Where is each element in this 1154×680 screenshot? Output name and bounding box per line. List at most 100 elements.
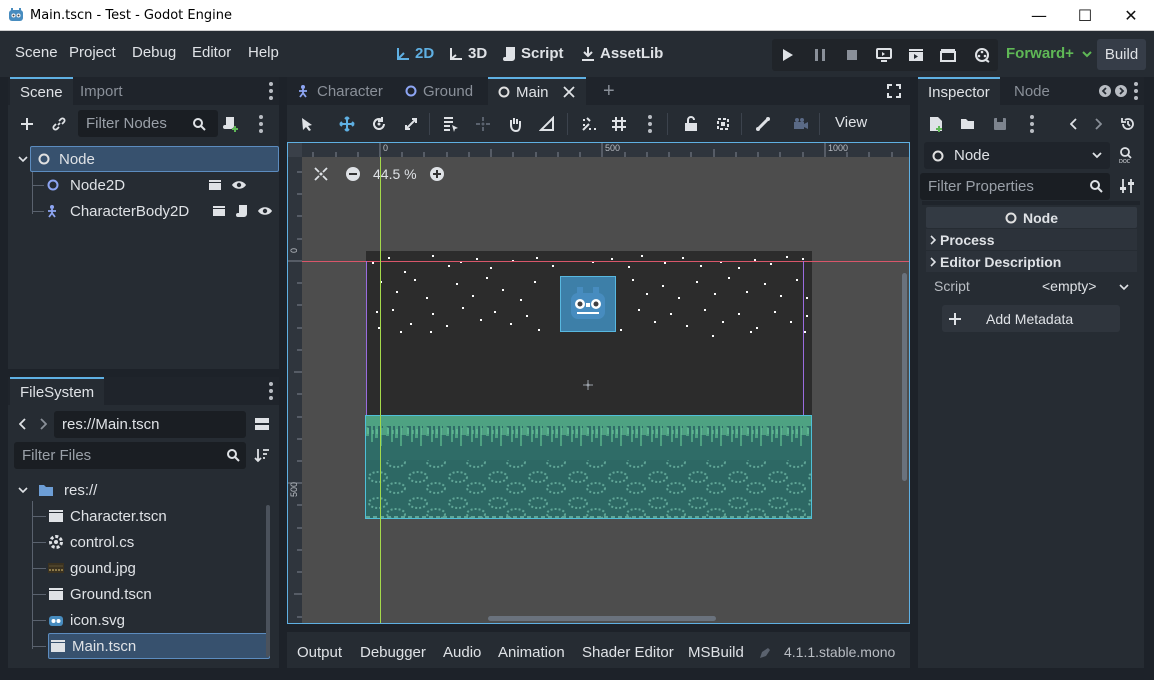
group-icon[interactable] (713, 114, 733, 134)
snap-options-icon[interactable] (647, 115, 653, 133)
add-scene-tab-button[interactable]: + (593, 77, 625, 105)
file-item[interactable]: control.cs (48, 529, 268, 555)
file-item[interactable]: gound.jpg (48, 555, 268, 581)
menu-help[interactable]: Help (248, 44, 279, 61)
scene-tab-main[interactable]: Main (488, 77, 586, 105)
bottom-tab-debugger[interactable]: Debugger (360, 644, 426, 661)
section-process[interactable]: Process (926, 229, 1137, 250)
toggle-split-mode-icon[interactable] (252, 413, 272, 435)
menu-project[interactable]: Project (69, 44, 116, 61)
view-menu-button[interactable]: View (835, 114, 867, 131)
menu-debug[interactable]: Debug (132, 44, 176, 61)
back-arrow-icon[interactable] (16, 415, 30, 433)
script-property-value[interactable]: <empty> (1042, 278, 1096, 294)
grid-snap-icon[interactable] (609, 114, 629, 134)
instance-scene-icon[interactable] (206, 176, 224, 194)
player-sprite[interactable] (560, 276, 616, 332)
chevron-down-icon[interactable] (1118, 281, 1130, 293)
scene-dock-menu-icon[interactable] (268, 82, 274, 100)
inspector-menu-icon[interactable] (1133, 82, 1139, 100)
filter-files-input[interactable]: Filter Files (14, 442, 246, 469)
file-item[interactable]: Character.tscn (48, 503, 268, 529)
scene-tab-character[interactable]: Character (287, 77, 393, 105)
renderer-selector[interactable]: Forward+ (1006, 45, 1092, 62)
section-editor-description[interactable]: Editor Description (926, 251, 1137, 272)
filter-properties-input[interactable]: Filter Properties (920, 173, 1110, 200)
new-resource-icon[interactable] (926, 113, 946, 135)
camera-override-icon[interactable] (791, 114, 811, 134)
script-icon[interactable] (234, 202, 250, 220)
select-mode-icon[interactable] (297, 114, 317, 134)
build-button[interactable]: Build (1097, 39, 1146, 70)
close-window-button[interactable]: ✕ (1108, 0, 1154, 31)
lock-icon[interactable] (681, 114, 701, 134)
tab-inspector[interactable]: Inspector (918, 77, 1000, 105)
ruler-icon[interactable] (537, 114, 557, 134)
play-custom-scene-button[interactable] (932, 39, 964, 71)
bottom-tab-audio[interactable]: Audio (443, 644, 481, 661)
smart-snap-icon[interactable] (579, 114, 599, 134)
play-scene-button[interactable] (900, 39, 932, 71)
scale-mode-icon[interactable] (401, 114, 421, 134)
visibility-eye-icon[interactable] (256, 202, 274, 220)
tab-node[interactable]: Node (1004, 77, 1060, 105)
filesystem-menu-icon[interactable] (268, 382, 274, 400)
visibility-eye-icon[interactable] (230, 176, 248, 194)
center-view-icon[interactable] (312, 165, 330, 183)
tab-scene[interactable]: Scene (10, 77, 73, 105)
menu-scene[interactable]: Scene (15, 44, 58, 61)
open-docs-icon[interactable]: DOC (1116, 144, 1138, 166)
history-icon[interactable] (1118, 113, 1138, 135)
history-forward-icon[interactable] (1090, 113, 1106, 135)
workspace-assetlib-button[interactable]: AssetLib (580, 45, 663, 62)
dock-right-icon[interactable] (1114, 83, 1128, 99)
menu-editor[interactable]: Editor (192, 44, 231, 61)
property-filter-options-icon[interactable] (1116, 175, 1138, 197)
rotate-mode-icon[interactable] (369, 114, 389, 134)
folder-res-root[interactable]: res:// (18, 477, 258, 503)
node-selector-dropdown[interactable]: Node (924, 142, 1110, 169)
bottom-tab-msbuild[interactable]: MSBuild (688, 644, 744, 661)
chevron-down-icon[interactable] (16, 150, 30, 168)
bottom-tab-shader-editor[interactable]: Shader Editor (582, 644, 674, 661)
distraction-free-icon[interactable] (885, 82, 903, 100)
tab-import[interactable]: Import (70, 77, 133, 105)
vertical-scrollbar[interactable] (902, 273, 907, 481)
horizontal-scrollbar[interactable] (488, 616, 716, 621)
scene-tree-menu-icon[interactable] (258, 115, 264, 133)
movie-maker-button[interactable] (966, 39, 998, 71)
forward-arrow-icon[interactable] (36, 415, 50, 433)
filesystem-scrollbar[interactable] (266, 505, 270, 657)
remote-debug-button[interactable] (868, 39, 900, 71)
skeleton-bone-icon[interactable] (753, 114, 773, 134)
ground-tilemap[interactable] (365, 415, 812, 519)
tree-node-node[interactable]: Node (30, 146, 279, 172)
minimize-button[interactable]: — (1016, 0, 1062, 31)
add-node-button[interactable] (16, 113, 38, 135)
play-button[interactable] (772, 39, 804, 71)
add-metadata-button[interactable]: Add Metadata (942, 305, 1120, 332)
dock-left-icon[interactable] (1098, 83, 1112, 99)
maximize-button[interactable]: ☐ (1062, 0, 1108, 31)
file-item[interactable]: Ground.tscn (48, 581, 268, 607)
pivot-icon[interactable] (473, 114, 493, 134)
close-icon[interactable] (562, 86, 575, 98)
list-select-icon[interactable] (441, 114, 461, 134)
instance-scene-button[interactable] (48, 113, 70, 135)
file-item[interactable]: icon.svg (48, 607, 268, 633)
pause-button[interactable] (804, 39, 836, 71)
save-icon[interactable] (990, 113, 1010, 135)
workspace-2d-button[interactable]: 2D (395, 45, 434, 62)
move-mode-icon[interactable] (337, 114, 357, 134)
file-item-selected[interactable]: Main.tscn (48, 633, 270, 659)
stop-button[interactable] (836, 39, 868, 71)
instance-scene-icon[interactable] (210, 202, 228, 220)
zoom-in-icon[interactable] (428, 165, 446, 183)
path-field[interactable]: res://Main.tscn (54, 411, 246, 438)
history-back-icon[interactable] (1066, 113, 1082, 135)
bottom-tab-animation[interactable]: Animation (498, 644, 565, 661)
tab-filesystem[interactable]: FileSystem (10, 377, 105, 405)
scene-tab-ground[interactable]: Ground (395, 77, 483, 105)
bottom-tab-output[interactable]: Output (297, 644, 342, 661)
zoom-out-icon[interactable] (344, 165, 362, 183)
